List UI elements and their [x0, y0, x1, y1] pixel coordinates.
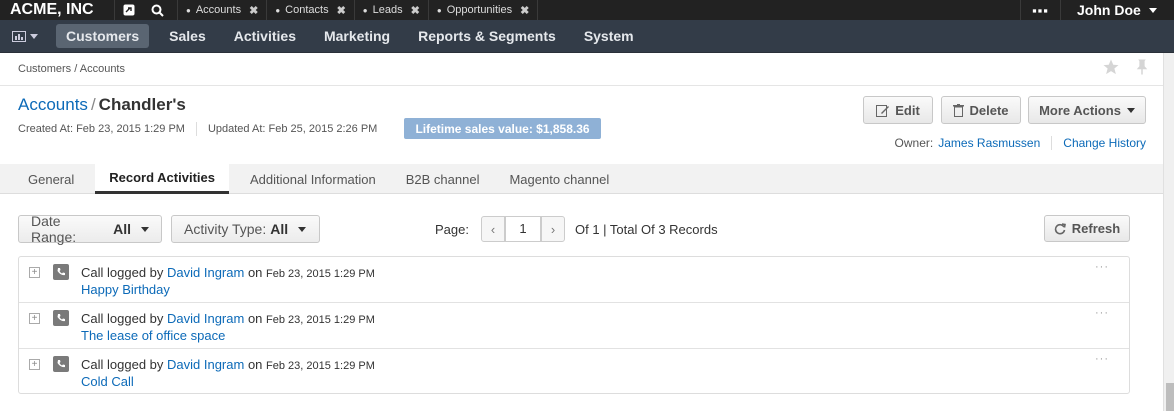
star-icon[interactable] — [1102, 58, 1120, 76]
nav-sales[interactable]: Sales — [155, 20, 220, 53]
next-page-button[interactable]: › — [540, 216, 565, 242]
row-actions-icon[interactable]: ··· — [1095, 307, 1109, 319]
tab-record-activities[interactable]: Record Activities — [95, 164, 229, 194]
close-icon[interactable]: ✖ — [411, 4, 420, 17]
pinned-tab-accounts[interactable]: ● Accounts ✖ — [177, 0, 266, 20]
activity-list: + Call logged by David Ingram on Feb 23,… — [18, 256, 1130, 394]
activity-subject-link[interactable]: The lease of office space — [81, 328, 225, 343]
nav-system[interactable]: System — [570, 20, 648, 53]
list-item[interactable]: + Call logged by David Ingram on Feb 23,… — [19, 257, 1129, 303]
edit-button[interactable]: Edit — [863, 96, 933, 124]
owner-link[interactable]: James Rasmussen — [938, 136, 1040, 150]
top-bar: ACME, INC ● Accounts ✖ ● Contacts ✖ ● Leads ✖ … — [0, 0, 1174, 20]
close-icon[interactable]: ✖ — [520, 4, 529, 17]
updated-at: Updated At: Feb 25, 2015 2:26 PM — [207, 123, 378, 135]
activity-date: Feb 23, 2015 1:29 PM — [266, 314, 375, 326]
page-title: Accounts / Chandler's — [18, 95, 186, 114]
chevron-down-icon — [141, 226, 149, 232]
date-range-filter[interactable]: Date Range: All — [18, 213, 162, 245]
brand-logo[interactable]: ACME, INC — [0, 0, 115, 20]
pinned-tab-label: Opportunities — [446, 4, 513, 16]
row-actions-icon[interactable]: ··· — [1095, 261, 1109, 273]
user-menu[interactable]: John Doe — [1060, 0, 1174, 20]
lifetime-sales-badge: Lifetime sales value: $1,858.36 — [404, 118, 601, 139]
record-count: Of 1 | Total Of 3 Records — [574, 221, 718, 237]
main-nav: Customers Sales Activities Marketing Rep… — [0, 20, 1174, 53]
scrollbar-thumb[interactable] — [1166, 383, 1174, 411]
close-icon[interactable]: ✖ — [337, 4, 346, 17]
nav-marketing[interactable]: Marketing — [310, 20, 404, 53]
trash-icon — [953, 103, 965, 117]
share-icon[interactable] — [115, 0, 143, 20]
phone-icon — [53, 264, 69, 280]
tab-general[interactable]: General — [0, 164, 89, 194]
activity-date: Feb 23, 2015 1:29 PM — [266, 268, 375, 280]
pin-icon[interactable] — [1134, 58, 1150, 76]
pinned-tab-label: Accounts — [195, 4, 242, 16]
activity-type-filter[interactable]: Activity Type: All — [171, 215, 320, 243]
tab-b2b-channel[interactable]: B2B channel — [391, 164, 495, 194]
user-link[interactable]: David Ingram — [167, 265, 244, 280]
list-item[interactable]: + Call logged by David Ingram on Feb 23,… — [19, 349, 1129, 395]
prev-page-button[interactable]: ‹ — [480, 216, 505, 242]
tab-magento-channel[interactable]: Magento channel — [494, 164, 624, 194]
expand-icon[interactable]: + — [29, 313, 40, 324]
dashboard-menu[interactable] — [0, 20, 50, 53]
pinned-tab-label: Leads — [372, 4, 403, 16]
breadcrumb: Customers / Accounts — [18, 63, 125, 75]
page-scrollbar[interactable] — [1163, 53, 1174, 411]
pinned-tab-contacts[interactable]: ● Contacts ✖ — [266, 0, 353, 20]
refresh-icon — [1054, 222, 1066, 234]
entity-link[interactable]: Accounts — [18, 95, 88, 114]
owner-label: Owner: — [894, 136, 934, 150]
phone-icon — [53, 356, 69, 372]
user-link[interactable]: David Ingram — [167, 311, 244, 326]
nav-customers[interactable]: Customers — [56, 24, 150, 48]
activity-subject-link[interactable]: Cold Call — [81, 374, 134, 389]
pagination: Page: ‹ 1 › Of 1 | Total Of 3 Records — [435, 216, 718, 242]
tab-additional-information[interactable]: Additional Information — [235, 164, 391, 194]
expand-icon[interactable]: + — [29, 267, 40, 278]
nav-activities[interactable]: Activities — [220, 20, 310, 53]
change-history-link[interactable]: Change History — [1063, 136, 1146, 150]
more-actions-button[interactable]: More Actions — [1028, 96, 1146, 124]
expand-icon[interactable]: + — [29, 359, 40, 370]
page-input[interactable]: 1 — [504, 216, 541, 242]
created-at: Created At: Feb 23, 2015 1:29 PM — [18, 123, 185, 135]
chevron-down-icon — [1126, 107, 1135, 113]
chevron-down-icon — [1148, 7, 1157, 13]
pinned-tab-leads[interactable]: ● Leads ✖ — [353, 0, 428, 20]
nav-reports-segments[interactable]: Reports & Segments — [404, 20, 570, 53]
page-label: Page: — [435, 221, 469, 237]
user-name: John Doe — [1077, 2, 1141, 18]
record-meta: Created At: Feb 23, 2015 1:29 PM Updated… — [18, 122, 377, 136]
refresh-button[interactable]: Refresh — [1044, 215, 1130, 242]
search-icon[interactable] — [143, 0, 171, 20]
chart-icon — [12, 30, 26, 42]
owner-info: Owner: James Rasmussen Change History — [895, 136, 1146, 150]
phone-icon — [53, 310, 69, 326]
activity-subject-link[interactable]: Happy Birthday — [81, 282, 170, 297]
pencil-icon — [876, 104, 890, 117]
record-name: Chandler's — [98, 95, 186, 114]
delete-button[interactable]: Delete — [941, 96, 1021, 124]
chevron-down-icon — [298, 226, 307, 232]
row-actions-icon[interactable]: ··· — [1095, 353, 1109, 365]
more-menu-icon[interactable]: ▪▪▪ — [1020, 0, 1060, 20]
record-tabs: General Record Activities Additional Inf… — [0, 164, 1163, 194]
pinned-tab-opportunities[interactable]: ● Opportunities ✖ — [427, 0, 539, 20]
chevron-down-icon — [30, 33, 38, 39]
activity-date: Feb 23, 2015 1:29 PM — [266, 360, 375, 372]
pinned-tab-label: Contacts — [285, 4, 329, 16]
list-item[interactable]: + Call logged by David Ingram on Feb 23,… — [19, 303, 1129, 349]
user-link[interactable]: David Ingram — [167, 357, 244, 372]
close-icon[interactable]: ✖ — [249, 4, 258, 17]
